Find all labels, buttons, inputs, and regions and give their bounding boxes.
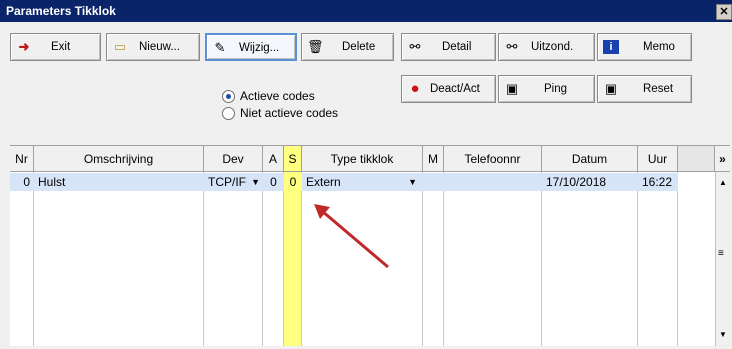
- header-dev[interactable]: Dev: [204, 146, 263, 172]
- column-uur: [638, 172, 678, 346]
- scroll-down-icon[interactable]: ▼: [719, 330, 727, 339]
- column-a: [263, 172, 284, 346]
- scroll-thumb-icon[interactable]: ≡: [718, 248, 724, 259]
- column-nr: [10, 172, 34, 346]
- header-filler: [678, 146, 715, 172]
- reset-button[interactable]: ▣ Reset: [597, 75, 692, 103]
- close-button[interactable]: ✕: [716, 4, 732, 20]
- column-telefoonnr: [444, 172, 542, 346]
- radio-button-selected[interactable]: [222, 90, 235, 103]
- column-dev: [204, 172, 263, 346]
- header-s[interactable]: S: [284, 146, 302, 172]
- title-bar: Parameters Tikklok ✕: [0, 0, 732, 22]
- binoculars-icon: ⚯: [409, 39, 421, 54]
- header-telefoonnr[interactable]: Telefoonnr: [444, 146, 542, 172]
- code-filter: Actieve codes Niet actieve codes: [222, 88, 338, 122]
- header-nr[interactable]: Nr: [10, 146, 34, 172]
- header-type-tikklok[interactable]: Type tikklok: [302, 146, 423, 172]
- type-dropdown[interactable]: Extern ▼: [302, 173, 423, 191]
- trash-icon: 🗑: [307, 39, 324, 54]
- table-row[interactable]: 0 Hulst TCP/IF ▼ 0 0 Extern ▼ 17/10/2018 1…: [10, 173, 678, 191]
- memo-button[interactable]: i Memo: [597, 33, 692, 61]
- exit-button[interactable]: ➜ Exit: [10, 33, 101, 61]
- computers-icon: ▣: [505, 81, 519, 96]
- column-m: [423, 172, 444, 346]
- exit-icon: ➜: [18, 39, 30, 54]
- deact-act-button[interactable]: ● Deact/Act: [401, 75, 496, 103]
- vertical-scrollbar[interactable]: ▲ ≡ ▼: [715, 172, 731, 346]
- header-a[interactable]: A: [263, 146, 284, 172]
- column-datum: [542, 172, 638, 346]
- wijzig-button[interactable]: ✎ Wijzig...: [205, 33, 297, 61]
- new-folder-icon: ▭: [113, 39, 127, 54]
- dev-dropdown[interactable]: TCP/IF ▼: [204, 173, 263, 191]
- annotation-arrow-icon: [314, 204, 389, 269]
- edit-pencil-icon: ✎: [214, 40, 226, 55]
- detail-button[interactable]: ⚯ Detail: [401, 33, 496, 61]
- nieuw-button[interactable]: ▭ Nieuw...: [106, 33, 200, 61]
- more-columns-button[interactable]: »: [715, 146, 730, 172]
- header-omschrijving[interactable]: Omschrijving: [34, 146, 204, 172]
- delete-button[interactable]: 🗑 Delete: [301, 33, 394, 61]
- radio-inactive-codes[interactable]: Niet actieve codes: [222, 105, 338, 122]
- window-title: Parameters Tikklok: [6, 4, 116, 18]
- computers-icon: ▣: [604, 81, 618, 96]
- info-icon: i: [603, 40, 619, 54]
- column-omschrijving: [34, 172, 204, 346]
- header-datum[interactable]: Datum: [542, 146, 638, 172]
- red-drop-icon: ●: [410, 80, 420, 97]
- uitzond-button[interactable]: ⚯ Uitzond.: [498, 33, 595, 61]
- dropdown-arrow-icon: ▼: [408, 177, 417, 187]
- binoculars-icon: ⚯: [506, 39, 518, 54]
- radio-active-codes[interactable]: Actieve codes: [222, 88, 338, 105]
- radio-button[interactable]: [222, 107, 235, 120]
- dropdown-arrow-icon: ▼: [251, 177, 260, 187]
- scroll-up-icon[interactable]: ▲: [719, 178, 727, 187]
- header-uur[interactable]: Uur: [638, 146, 678, 172]
- ping-button[interactable]: ▣ Ping: [498, 75, 595, 103]
- header-m[interactable]: M: [423, 146, 444, 172]
